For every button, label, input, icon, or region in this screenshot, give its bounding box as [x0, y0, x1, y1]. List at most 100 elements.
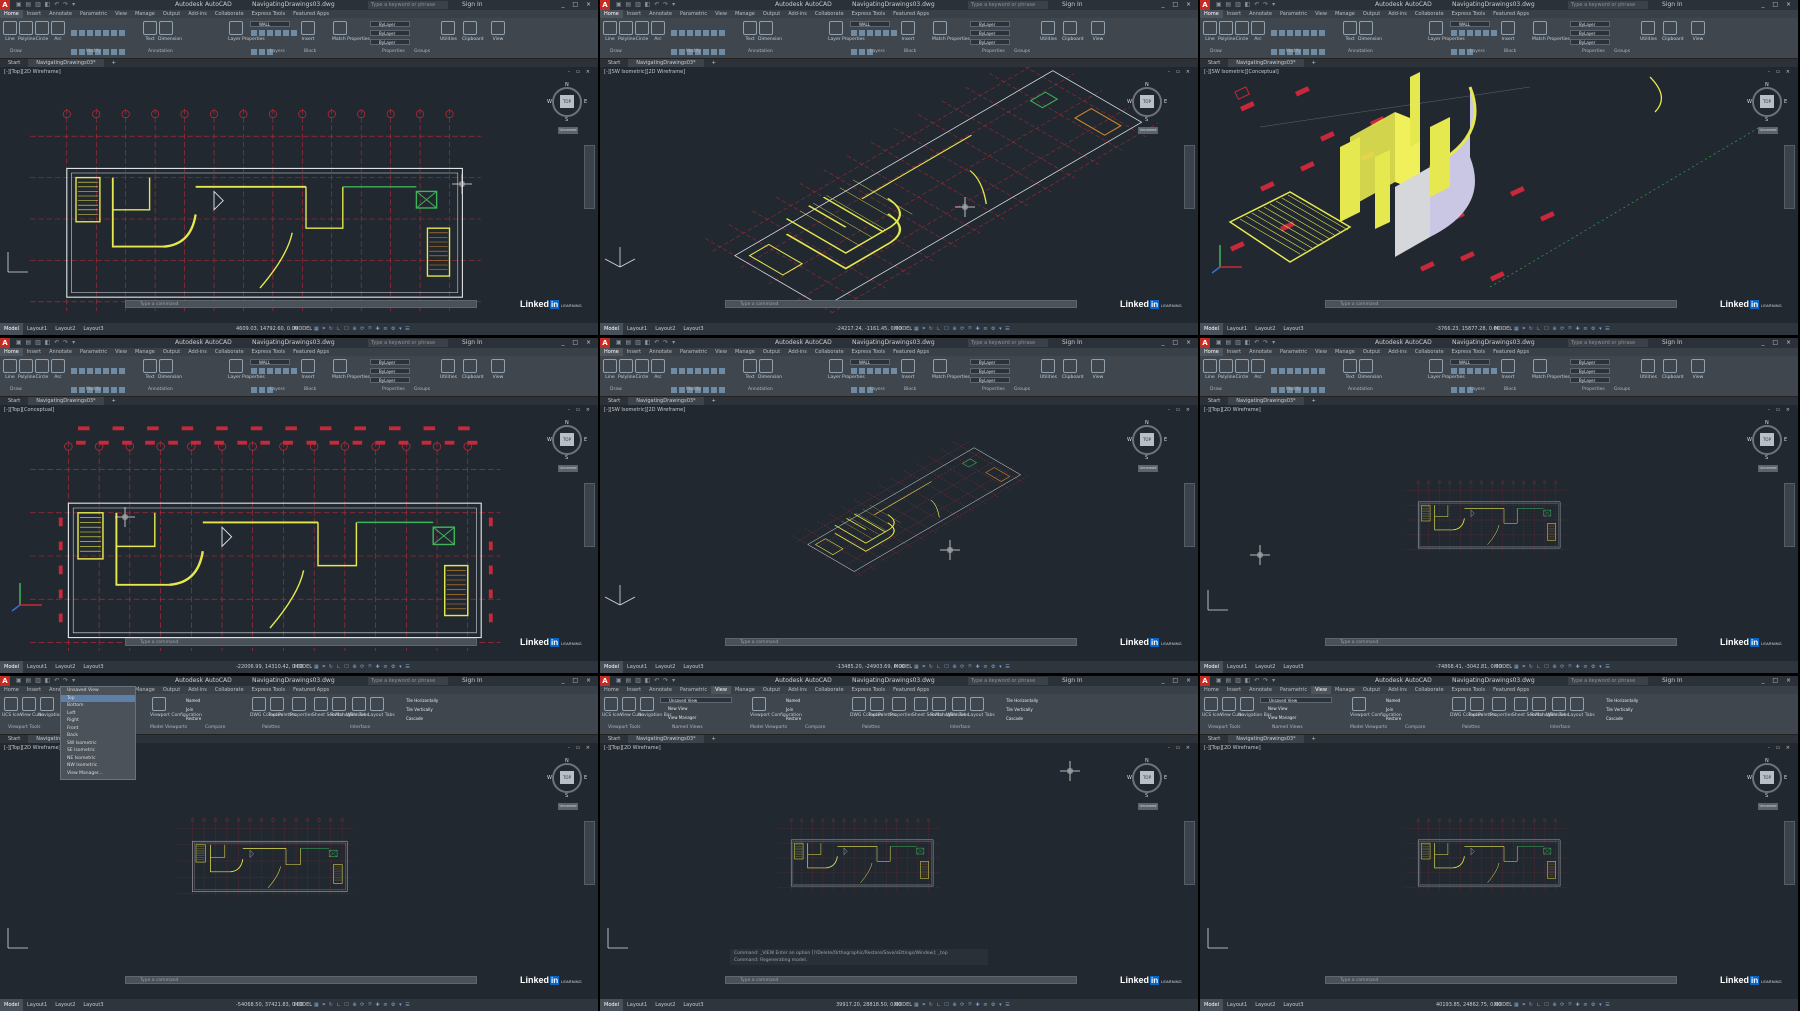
modify-tools[interactable]: [670, 22, 730, 74]
ribbon-tab[interactable]: Output: [159, 686, 184, 694]
ribbon-tool-button[interactable]: Insert: [1500, 21, 1516, 49]
views-menu-item[interactable]: Unsaved View: [61, 687, 135, 695]
ribbon-tool-button[interactable]: Text: [1342, 359, 1358, 387]
ribbon-small-button[interactable]: Tile Vertically: [1598, 707, 1642, 713]
ribbon-tab[interactable]: Manage: [1331, 348, 1359, 356]
ribbon-tool-button[interactable]: Clipboard: [462, 21, 484, 49]
ribbon-tool-button[interactable]: Layout Tabs: [1568, 697, 1595, 725]
new-view-button[interactable]: New View: [1260, 706, 1332, 712]
ribbon-tool-button[interactable]: Circle: [634, 359, 650, 387]
ribbon-tab[interactable]: Collaborate: [1411, 348, 1448, 356]
new-tab-plus-icon[interactable]: +: [1304, 735, 1324, 743]
color-dropdown[interactable]: ByLayer: [370, 21, 410, 27]
color-dropdown[interactable]: ByLayer: [370, 359, 410, 365]
ribbon-tool-button[interactable]: Line: [2, 21, 18, 49]
viewport-window-controls[interactable]: - ▭ ×: [1768, 407, 1792, 413]
ribbon-tool-button[interactable]: File Tabs: [1550, 697, 1569, 725]
status-toggle-icons[interactable]: ▦ ⌗ ↻ ∟ ☐ ⊕ ⟳ ⤧ ✚ ≡ ⚙ ▾ ☰: [310, 661, 415, 673]
ribbon-tab[interactable]: View: [111, 10, 131, 18]
layout-tab[interactable]: Layout2: [1251, 661, 1279, 673]
start-tab[interactable]: Start: [600, 397, 628, 405]
ribbon-tab[interactable]: Featured Apps: [1489, 348, 1533, 356]
autocad-logo[interactable]: A: [0, 0, 10, 10]
ribbon-small-button[interactable]: Join: [178, 707, 222, 713]
viewport-window-controls[interactable]: - ▭ ×: [1168, 407, 1192, 413]
ribbon-tool-button[interactable]: Viewport Configuration: [1350, 697, 1402, 725]
viewcube-icon[interactable]: TOP N S W E: [547, 420, 588, 461]
ribbon-tab[interactable]: View: [711, 686, 731, 694]
viewcube-face[interactable]: TOP: [1140, 95, 1154, 108]
layout-tab[interactable]: Layout3: [679, 323, 707, 335]
command-line[interactable]: Type a command: [725, 976, 1077, 984]
views-menu-item[interactable]: Front: [61, 725, 135, 733]
ribbon-tab[interactable]: Manage: [131, 10, 159, 18]
ribbon-tab[interactable]: Add-ins: [184, 686, 211, 694]
ribbon-small-button[interactable]: Tile Horizontally: [398, 698, 442, 704]
ribbon-tab[interactable]: Add-ins: [184, 348, 211, 356]
ribbon-tool-button[interactable]: Layout Tabs: [968, 697, 995, 725]
command-line[interactable]: Type a command: [725, 638, 1077, 646]
new-tab-plus-icon[interactable]: +: [104, 59, 124, 67]
status-toggle-icons[interactable]: ▦ ⌗ ↻ ∟ ☐ ⊕ ⟳ ⤧ ✚ ≡ ⚙ ▾ ☰: [910, 661, 1015, 673]
ribbon-tab[interactable]: Output: [1359, 348, 1384, 356]
sign-in-link[interactable]: Sign In: [1062, 0, 1083, 10]
ribbon-tool-button[interactable]: Line: [602, 359, 618, 387]
navigation-bar[interactable]: [1784, 821, 1795, 885]
viewport-window-controls[interactable]: - ▭ ×: [1768, 69, 1792, 75]
wcs-menu[interactable]: Unnamed: [1138, 803, 1158, 810]
ribbon-small-button[interactable]: Restore: [778, 716, 822, 722]
viewport-controls-label[interactable]: [-][Top][2D Wireframe]: [604, 745, 661, 751]
ribbon-tool-button[interactable]: Dimension: [758, 21, 782, 49]
viewcube-icon[interactable]: TOP N S W E: [547, 82, 588, 123]
command-line[interactable]: Type a command: [1325, 300, 1677, 308]
status-toggle-icons[interactable]: ▦ ⌗ ↻ ∟ ☐ ⊕ ⟳ ⤧ ✚ ≡ ⚙ ▾ ☰: [310, 323, 415, 335]
layout-tab[interactable]: Layout2: [51, 661, 79, 673]
views-menu-item[interactable]: SW Isometric: [61, 740, 135, 748]
search-box[interactable]: Type a keyword or phrase: [1568, 339, 1648, 347]
ribbon-small-button[interactable]: Tile Vertically: [398, 707, 442, 713]
ribbon-tool-button[interactable]: Circle: [634, 21, 650, 49]
ribbon-tool-button[interactable]: Line: [2, 359, 18, 387]
ribbon-tool-button[interactable]: View: [1090, 359, 1106, 387]
quick-access-toolbar[interactable]: ▣ ▤ ▥ ◧ ↶ ↷ ▾: [616, 0, 676, 10]
viewcube-icon[interactable]: TOP N S W E: [1127, 420, 1168, 461]
ribbon-tool-button[interactable]: Viewport Configuration: [150, 697, 202, 725]
ribbon-small-button[interactable]: Restore: [1378, 716, 1422, 722]
autocad-logo[interactable]: A: [1200, 676, 1210, 686]
command-line[interactable]: Type a command: [1325, 976, 1677, 984]
viewport-controls-label[interactable]: [-][Top][2D Wireframe]: [1204, 745, 1261, 751]
wcs-menu[interactable]: Unnamed: [1758, 803, 1778, 810]
autocad-logo[interactable]: A: [600, 0, 610, 10]
ribbon-tool-button[interactable]: View Cube: [20, 697, 44, 725]
ribbon-tool-button[interactable]: Sheet Set Manager: [312, 697, 355, 725]
layout-tab[interactable]: Layout3: [79, 661, 107, 673]
ribbon-tool-button[interactable]: Polyline: [18, 359, 35, 387]
views-menu-item[interactable]: Back: [61, 732, 135, 740]
ribbon-tab[interactable]: Insert: [623, 10, 645, 18]
sign-in-link[interactable]: Sign In: [462, 338, 483, 348]
ribbon-tab[interactable]: Collaborate: [211, 686, 248, 694]
ribbon-tool-button[interactable]: Match Properties: [1532, 359, 1570, 387]
new-tab-plus-icon[interactable]: +: [104, 397, 124, 405]
drawing-viewport[interactable]: [-][SW Isometric][2D Wireframe] - ▭ × TO…: [600, 67, 1198, 313]
layout-tab[interactable]: Layout3: [679, 661, 707, 673]
ribbon-tab[interactable]: Featured Apps: [1489, 10, 1533, 18]
ribbon-tab[interactable]: Home: [600, 686, 623, 694]
ribbon-tool-button[interactable]: Insert: [1500, 359, 1516, 387]
navigation-bar[interactable]: [584, 821, 595, 885]
ribbon-small-button[interactable]: Cascade: [398, 716, 442, 722]
ribbon-tab[interactable]: Add-ins: [1384, 10, 1411, 18]
autocad-logo[interactable]: A: [600, 676, 610, 686]
ribbon-tab[interactable]: Output: [1359, 10, 1384, 18]
modify-tools[interactable]: [1270, 360, 1330, 412]
ribbon-tab[interactable]: Featured Apps: [1489, 686, 1533, 694]
layout-tab[interactable]: Layout3: [679, 999, 707, 1011]
ribbon-tool-button[interactable]: DWG Compare: [1450, 697, 1483, 725]
layer-dropdown[interactable]: WALL: [850, 359, 890, 365]
wcs-menu[interactable]: Unnamed: [558, 465, 578, 472]
ribbon-tab[interactable]: Featured Apps: [289, 348, 333, 356]
viewcube-face[interactable]: TOP: [1140, 771, 1154, 784]
ribbon-tab[interactable]: View: [1311, 10, 1331, 18]
navigation-bar[interactable]: [1184, 145, 1195, 209]
ribbon-tab[interactable]: Parametric: [676, 348, 711, 356]
